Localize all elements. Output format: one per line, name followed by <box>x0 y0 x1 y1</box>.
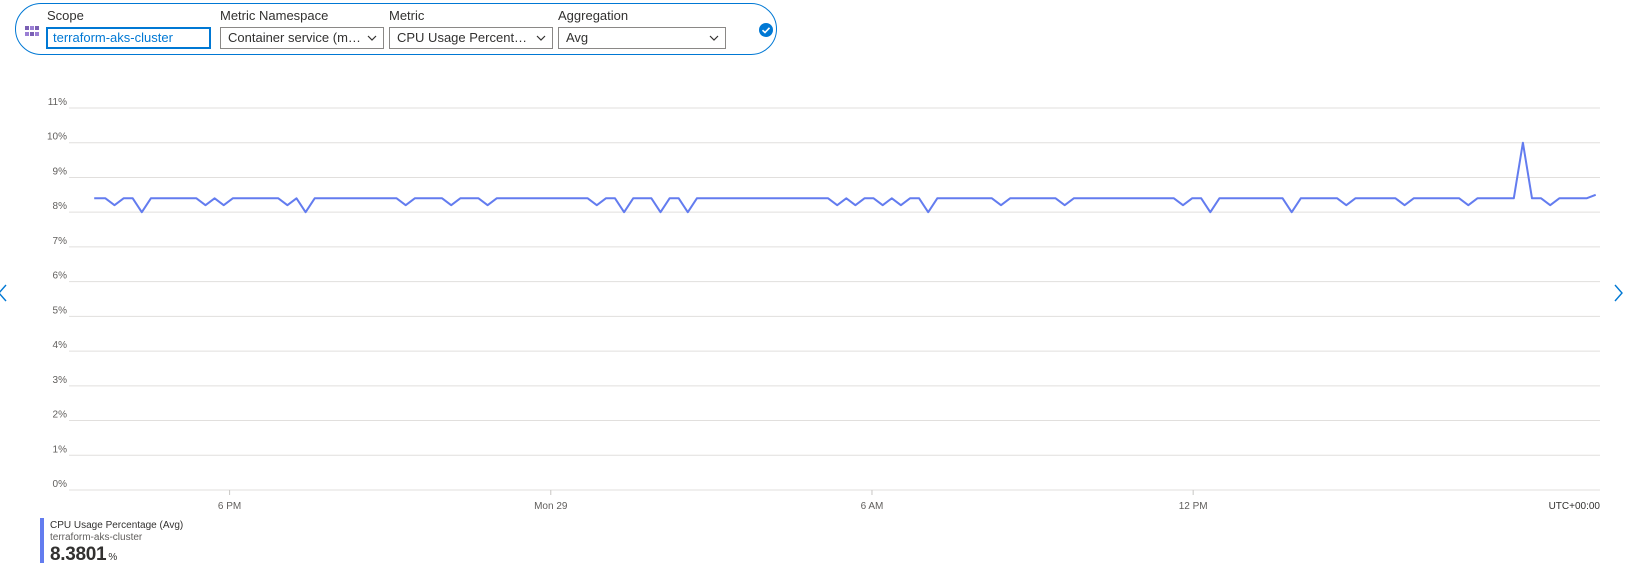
x-axis-ticks: 6 PM Mon 29 6 AM 12 PM UTC+00:00 <box>218 490 1601 512</box>
legend-series-name[interactable]: CPU Usage Percentage (Avg) <box>50 520 183 531</box>
y-tick-label: 6% <box>53 271 68 282</box>
x-tick-label: 6 PM <box>218 501 241 512</box>
y-tick-label: 10% <box>47 132 67 143</box>
x-tick-label: Mon 29 <box>534 501 568 512</box>
line-chart: 0% 1% 2% 3% 4% 5% 6% 7% 8% 9% 10% 11% 6 PM Mon 29 6 A… <box>47 97 1601 512</box>
y-tick-label: 9% <box>53 166 68 177</box>
y-tick-label: 3% <box>53 375 68 386</box>
chart-gridlines <box>69 107 1600 491</box>
y-tick-label: 7% <box>53 236 68 247</box>
y-tick-label: 8% <box>53 201 68 212</box>
chevron-right-icon[interactable] <box>1613 283 1625 303</box>
timezone-label: UTC+00:00 <box>1549 501 1601 512</box>
legend-value: 8.3801% <box>50 544 117 566</box>
y-tick-label: 1% <box>53 444 68 455</box>
y-tick-label: 11% <box>48 97 67 108</box>
legend-value-number: 8.3801 <box>50 544 107 565</box>
y-tick-label: 0% <box>53 479 68 490</box>
x-tick-label: 6 AM <box>861 501 884 512</box>
chevron-left-icon[interactable] <box>0 283 8 303</box>
legend-resource-name: terraform-aks-cluster <box>50 532 143 543</box>
y-tick-label: 2% <box>53 410 68 421</box>
x-tick-label: 12 PM <box>1179 501 1208 512</box>
legend-value-unit: % <box>108 552 117 563</box>
legend-color-swatch <box>40 518 44 563</box>
y-tick-label: 4% <box>53 340 68 351</box>
y-axis-ticks: 0% 1% 2% 3% 4% 5% 6% 7% 8% 9% 10% 11% <box>47 97 67 490</box>
y-tick-label: 5% <box>53 305 68 316</box>
